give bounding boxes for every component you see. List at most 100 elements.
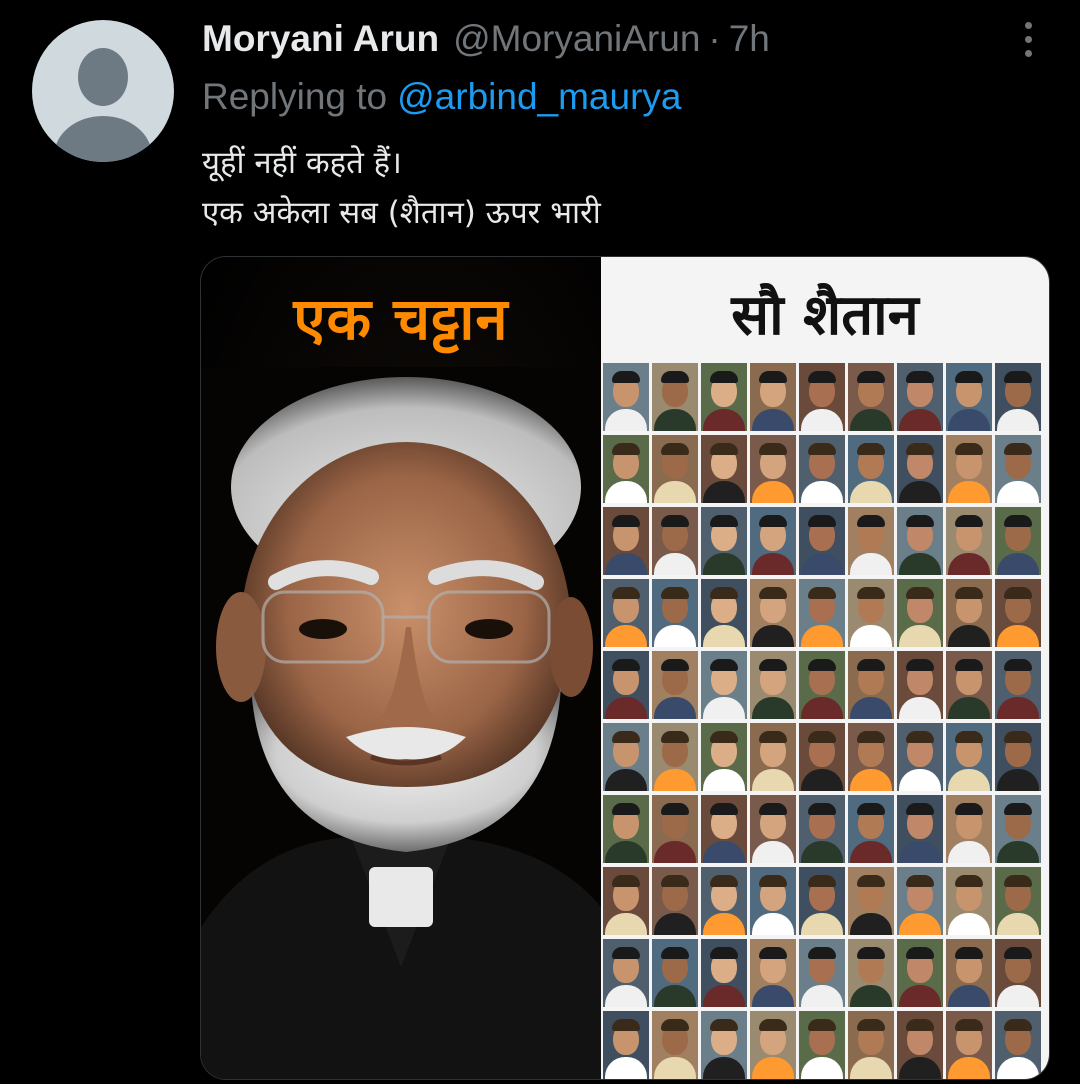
collage-face-photo [750,795,796,863]
collage-face-photo [603,939,649,1007]
collage-face-photo [701,795,747,863]
media-right-panel: सौ शैतान [601,257,1049,1079]
collage-face-photo [652,651,698,719]
collage-face-photo [946,435,992,503]
separator-dot: · [708,18,721,59]
collage-face-photo [750,651,796,719]
collage-face-photo [603,435,649,503]
collage-face-photo [799,795,845,863]
collage-face-photo [701,435,747,503]
collage-face-photo [701,507,747,575]
collage-face-photo [750,363,796,431]
collage-face-photo [995,867,1041,935]
collage-face-photo [799,1011,845,1079]
collage-face-photo [946,1011,992,1079]
collage-face-photo [946,363,992,431]
collage-face-photo [848,435,894,503]
more-vertical-icon[interactable] [1010,14,1046,64]
collage-face-photo [946,579,992,647]
collage-face-photo [799,867,845,935]
media-right-title: सौ शैतान [731,283,919,348]
tweet[interactable]: Moryani Arun @MoryaniArun · 7h Replying … [0,0,1080,1084]
collage-face-photo [750,507,796,575]
tweet-text: यूहीं नहीं कहते हैं। एक अकेला सब (शैतान)… [202,138,601,238]
collage-face-photo [897,867,943,935]
collage-face-photo [603,507,649,575]
collage-face-photo [848,363,894,431]
collage-face-photo [750,867,796,935]
collage-face-photo [603,579,649,647]
collage-face-photo [603,651,649,719]
collage-face-photo [848,939,894,1007]
collage-face-photo [897,363,943,431]
collage-face-photo [897,1011,943,1079]
collage-face-photo [603,363,649,431]
collage-face-photo [701,363,747,431]
collage-face-photo [897,723,943,791]
collage-face-photo [652,1011,698,1079]
collage-face-photo [799,363,845,431]
collage-face-photo [799,579,845,647]
collage-face-photo [946,651,992,719]
collage-face-photo [946,939,992,1007]
collage-face-photo [848,723,894,791]
media-left-panel: एक चट्टान [201,257,601,1079]
collage-face-photo [946,867,992,935]
replying-to: Replying to @arbind_maurya [202,72,681,122]
collage-face-photo [750,435,796,503]
collage-face-photo [848,867,894,935]
collage-face-photo [897,507,943,575]
collage-face-photo [652,723,698,791]
collage-face-photo [652,867,698,935]
collage-face-photo [995,723,1041,791]
avatar[interactable] [32,20,174,162]
collage-face-photo [652,363,698,431]
collage-face-photo [995,939,1041,1007]
tweet-header: Moryani Arun @MoryaniArun · 7h [202,14,770,64]
collage-face-photo [652,435,698,503]
collage-face-photo [701,867,747,935]
collage-face-photo [603,795,649,863]
collage-face-photo [701,651,747,719]
collage-face-photo [848,1011,894,1079]
collage-face-photo [995,507,1041,575]
collage-face-photo [897,651,943,719]
collage-face-photo [652,939,698,1007]
collage-face-photo [701,1011,747,1079]
collage-face-photo [897,939,943,1007]
faces-collage [601,363,1049,1079]
display-name[interactable]: Moryani Arun [202,18,439,60]
collage-face-photo [799,651,845,719]
collage-face-photo [701,939,747,1007]
collage-face-photo [701,579,747,647]
portrait-illustration [201,367,601,1079]
collage-face-photo [750,939,796,1007]
collage-face-photo [799,939,845,1007]
collage-face-photo [848,795,894,863]
collage-face-photo [799,723,845,791]
collage-face-photo [848,651,894,719]
collage-face-photo [750,723,796,791]
default-avatar-head [78,48,128,106]
collage-face-photo [799,507,845,575]
collage-face-photo [701,723,747,791]
user-handle[interactable]: @MoryaniArun [453,18,700,60]
collage-face-photo [897,579,943,647]
replying-to-mention[interactable]: @arbind_maurya [397,76,681,118]
collage-face-photo [603,867,649,935]
media-left-title: एक चट्टान [293,285,509,353]
collage-face-photo [848,507,894,575]
collage-face-photo [799,435,845,503]
collage-face-photo [652,795,698,863]
collage-face-photo [995,795,1041,863]
tweet-text-line: एक अकेला सब (शैतान) ऊपर भारी [202,195,601,231]
default-avatar-body [54,116,152,162]
collage-face-photo [946,507,992,575]
collage-face-photo [995,579,1041,647]
collage-face-photo [652,507,698,575]
tweet-text-line: यूहीं नहीं कहते हैं। [202,145,402,181]
timestamp[interactable]: 7h [729,18,770,60]
tweet-media-image[interactable]: एक चट्टान सौ शैतान [200,256,1050,1080]
collage-face-photo [848,579,894,647]
collage-face-photo [750,1011,796,1079]
